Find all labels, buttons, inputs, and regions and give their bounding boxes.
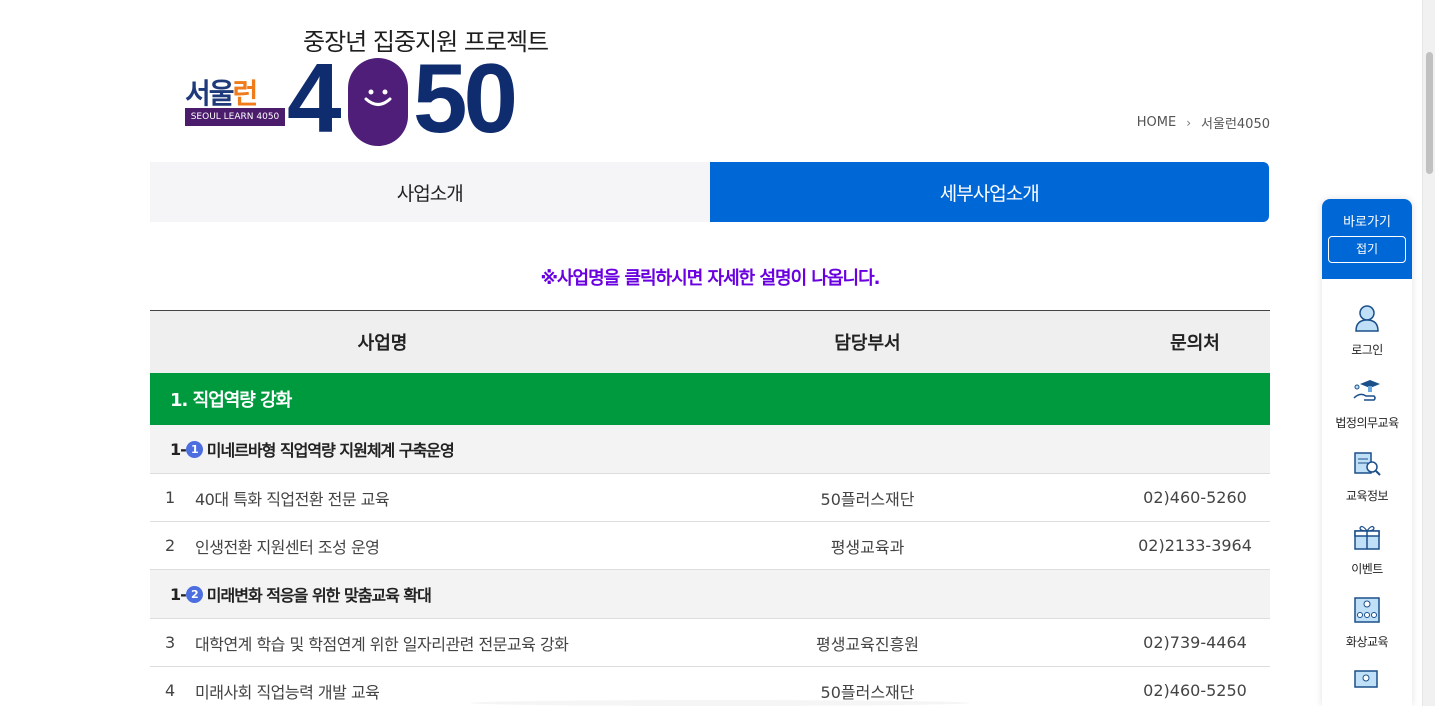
header-department: 담당부서 [834, 333, 901, 354]
gift-icon [1354, 525, 1380, 550]
subsection-title: 미네르바형 직업역량 지원체계 구축운영 [206, 441, 455, 460]
quick-item-more[interactable] [1322, 644, 1412, 706]
quick-menu-title: 바로가기 [1343, 215, 1391, 230]
subsection-row[interactable]: 1- 1 미네르바형 직업역량 지원체계 구축운영 [150, 425, 1270, 474]
logo-number-4: 4 [287, 43, 341, 153]
business-table: 사업명 담당부서 문의처 1. 직업역량 강화 1- 1 미네르바형 직업역량 … [150, 310, 1270, 706]
smile-face-icon [348, 58, 408, 146]
header-contact: 문의처 [1170, 333, 1220, 354]
breadcrumb-current[interactable]: 서울런4050 [1201, 113, 1270, 132]
fold-button[interactable]: 접기 [1328, 236, 1406, 263]
quick-item-education-info[interactable]: 교육정보 [1322, 425, 1412, 503]
quick-item-video-class[interactable]: 화상교육 [1322, 571, 1412, 649]
user-icon [1355, 305, 1379, 332]
business-name-link[interactable]: 대학연계 학습 및 학점연계 위한 일자리관련 전문교육 강화 [195, 631, 615, 655]
table-row[interactable]: 1 40대 특화 직업전환 전문 교육 50플러스재단 02)460-5260 [150, 474, 1270, 522]
quick-item-event[interactable]: 이벤트 [1322, 498, 1412, 576]
scrollbar-thumb[interactable] [1426, 52, 1433, 174]
notice-text: ※사업명을 클릭하시면 자세한 설명이 나옵니다. [540, 268, 880, 289]
site-logo[interactable]: 중장년 집중지원 프로젝트 서울런 SEOUL LEARN 4050 4 50 [185, 18, 549, 153]
logo-number-50: 50 [413, 43, 518, 153]
quick-item-legal-education[interactable]: 법정의무교육 [1322, 352, 1412, 430]
tab-business-intro[interactable]: 사업소개 [150, 162, 710, 222]
page-scrollbar[interactable] [1422, 0, 1435, 706]
table-row[interactable]: 2 인생전환 지원센터 조성 운영 평생교육과 02)2133-3964 [150, 522, 1270, 570]
tab-detail-business-intro[interactable]: 세부사업소개 [709, 162, 1269, 222]
number-badge: 2 [185, 585, 203, 603]
tab-bar: 사업소개 세부사업소개 [150, 162, 1269, 222]
quick-menu: 바로가기 접기 로그인 법정의무교육 교육정보 이벤트 화상교육 [1322, 199, 1412, 706]
quick-item-login[interactable]: 로그인 [1322, 279, 1412, 357]
table-header: 사업명 담당부서 문의처 [150, 310, 1270, 373]
number-badge: 1 [185, 440, 203, 458]
business-name-link[interactable]: 미래사회 직업능력 개발 교육 [195, 679, 615, 703]
graduation-hand-icon [1353, 380, 1380, 401]
subsection-title: 미래변화 적응을 위한 맞춤교육 확대 [206, 586, 432, 605]
business-name-link[interactable]: 40대 특화 직업전환 전문 교육 [195, 486, 615, 510]
monitor-user-icon [1354, 670, 1378, 688]
logo-brand: 서울런 [185, 77, 258, 110]
breadcrumb-home[interactable]: HOME [1137, 115, 1176, 130]
bottom-shadow [470, 700, 970, 706]
section-row[interactable]: 1. 직업역량 강화 [150, 373, 1270, 425]
education-info-icon [1354, 452, 1381, 476]
video-class-icon [1354, 597, 1380, 623]
quick-menu-header: 바로가기 접기 [1322, 199, 1412, 279]
breadcrumb: HOME › 서울런4050 [1137, 113, 1270, 132]
business-name-link[interactable]: 인생전환 지원센터 조성 운영 [195, 534, 615, 558]
chevron-right-icon: › [1186, 115, 1192, 130]
header-business-name: 사업명 [357, 333, 408, 354]
table-row[interactable]: 3 대학연계 학습 및 학점연계 위한 일자리관련 전문교육 강화 평생교육진흥… [150, 619, 1270, 667]
subsection-row[interactable]: 1- 2 미래변화 적응을 위한 맞춤교육 확대 [150, 570, 1270, 619]
logo-subtitle: SEOUL LEARN 4050 [185, 108, 285, 126]
